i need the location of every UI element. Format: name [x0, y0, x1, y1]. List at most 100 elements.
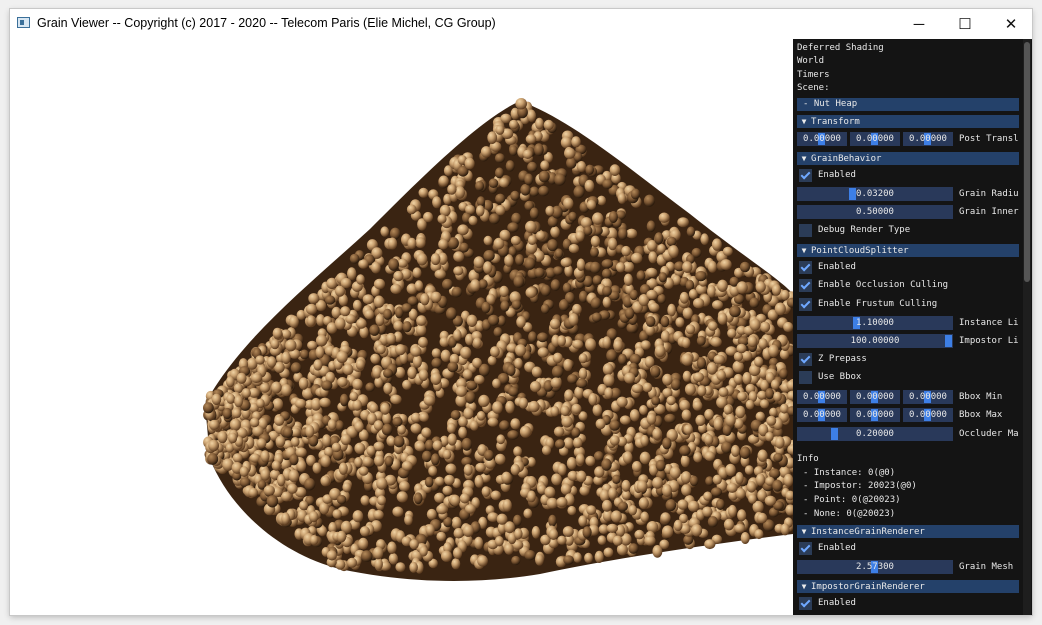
grain-mark [606, 349, 618, 362]
grain-mark [507, 222, 519, 233]
scrollbar-thumb[interactable] [1024, 42, 1030, 282]
occlusion-culling-checkbox[interactable] [799, 279, 812, 292]
impostor-limit-slider[interactable]: 100.00000 [797, 334, 953, 348]
maximize-button[interactable]: ☐ [942, 9, 988, 39]
panel-scrollbar[interactable] [1023, 39, 1031, 615]
menu-deferred-shading[interactable]: Deferred Shading [797, 42, 884, 54]
grain-mark [285, 339, 297, 352]
grain-mark [248, 487, 258, 498]
grain-mark [289, 453, 299, 466]
grain-mark [624, 307, 635, 320]
scene-item-nut-heap[interactable]: - Nut Heap [797, 98, 1019, 111]
grain-mark [537, 332, 549, 343]
grain-mark [401, 460, 413, 471]
grain-mark [274, 415, 285, 426]
maximize-icon: ☐ [958, 16, 972, 33]
grain-mark [584, 552, 593, 564]
grain-mark [562, 526, 574, 537]
grain-mark [509, 119, 519, 130]
section-instance-renderer[interactable]: ▼ InstanceGrainRenderer [797, 525, 1019, 538]
grain-radius-slider[interactable]: 0.03200 [797, 187, 953, 201]
occluder-slider[interactable]: 0.20000 [797, 427, 953, 441]
grain-mark [579, 485, 590, 496]
menu-timers[interactable]: Timers [797, 69, 830, 81]
minimize-button[interactable]: ─ [896, 9, 942, 39]
grain-mark [222, 407, 232, 420]
menu-world[interactable]: World [797, 55, 824, 67]
grain-mark [369, 324, 380, 336]
grain-mark [395, 344, 406, 356]
grain-mark [447, 361, 459, 373]
grain-mark [410, 423, 422, 434]
grain-mark [406, 204, 417, 215]
grain-mark [385, 332, 397, 345]
section-impostor-renderer[interactable]: ▼ ImpostorGrainRenderer [797, 580, 1019, 593]
grain-mark [592, 212, 604, 225]
grain-mark [662, 437, 672, 450]
post-translate-z[interactable]: 0.00000 [903, 132, 953, 146]
close-button[interactable]: ✕ [988, 9, 1032, 39]
bbox-max-x[interactable]: 0.00000 [797, 408, 847, 422]
grain-mark [458, 426, 467, 439]
grain-mark [561, 415, 573, 428]
grain-mark [571, 136, 581, 148]
grain-mark [374, 454, 385, 467]
grain-mark [593, 451, 604, 462]
bbox-min-z[interactable]: 0.00000 [903, 390, 953, 404]
post-translate-y[interactable]: 0.00000 [850, 132, 900, 146]
splitter-enabled-checkbox[interactable] [799, 261, 812, 274]
grain-mark [564, 147, 576, 159]
title-bar[interactable]: Grain Viewer -- Copyright (c) 2017 - 202… [10, 9, 1032, 39]
bbox-min-y[interactable]: 0.00000 [850, 390, 900, 404]
section-transform[interactable]: ▼ Transform [797, 115, 1019, 128]
render-viewport[interactable] [10, 39, 793, 615]
grain-mark [685, 279, 695, 291]
grain-mark [507, 430, 519, 440]
bbox-min-x[interactable]: 0.00000 [797, 390, 847, 404]
grain-mark [668, 245, 679, 258]
impostor-renderer-enabled-checkbox[interactable] [799, 597, 812, 610]
section-point-cloud-splitter[interactable]: ▼ PointCloudSplitter [797, 244, 1019, 257]
grain-mark [393, 270, 404, 282]
grain-mark [346, 557, 358, 568]
use-bbox-checkbox[interactable] [799, 371, 812, 384]
grain-behavior-enabled-checkbox[interactable] [799, 169, 812, 182]
settings-panel[interactable]: Deferred Shading World Timers Scene: - N… [793, 39, 1032, 615]
bbox-max-y[interactable]: 0.00000 [850, 408, 900, 422]
grain-mark [508, 386, 519, 397]
grain-mark [511, 555, 521, 566]
grain-inner-slider[interactable]: 0.50000 [797, 205, 953, 219]
post-translate-x[interactable]: 0.00000 [797, 132, 847, 146]
bbox-max-z[interactable]: 0.00000 [903, 408, 953, 422]
instance-renderer-enabled-checkbox[interactable] [799, 542, 812, 555]
grain-mark [615, 262, 626, 273]
grain-mark [621, 490, 631, 501]
window-title: Grain Viewer -- Copyright (c) 2017 - 202… [37, 16, 496, 30]
grain-mark [442, 449, 452, 460]
grain-mark [481, 486, 491, 497]
occluder-label: Occluder Ma [959, 429, 1019, 439]
app-icon [17, 17, 30, 28]
grain-mark [645, 316, 656, 327]
grain-mark [646, 220, 656, 233]
grain-mark [679, 399, 691, 412]
debug-render-checkbox[interactable] [799, 224, 812, 237]
grain-mark [362, 456, 373, 467]
grain-mark [525, 220, 537, 233]
grain-mark [681, 353, 693, 366]
grain-mark [700, 233, 709, 245]
z-prepass-checkbox[interactable] [799, 353, 812, 366]
grain-mark [451, 286, 463, 298]
grain-mark [591, 312, 602, 323]
instance-limit-slider[interactable]: 1.10000 [797, 316, 953, 330]
frustum-culling-checkbox[interactable] [799, 298, 812, 311]
grain-mark [434, 492, 445, 503]
grain-mark [442, 278, 453, 290]
grain-mesh-slider[interactable]: 2.57300 [797, 560, 953, 574]
grain-mark [576, 470, 587, 483]
grain-mark [476, 196, 486, 207]
grain-mark [352, 399, 363, 411]
grain-mark [691, 524, 703, 537]
section-grain-behavior[interactable]: ▼ GrainBehavior [797, 152, 1019, 165]
grain-mark [681, 484, 692, 496]
